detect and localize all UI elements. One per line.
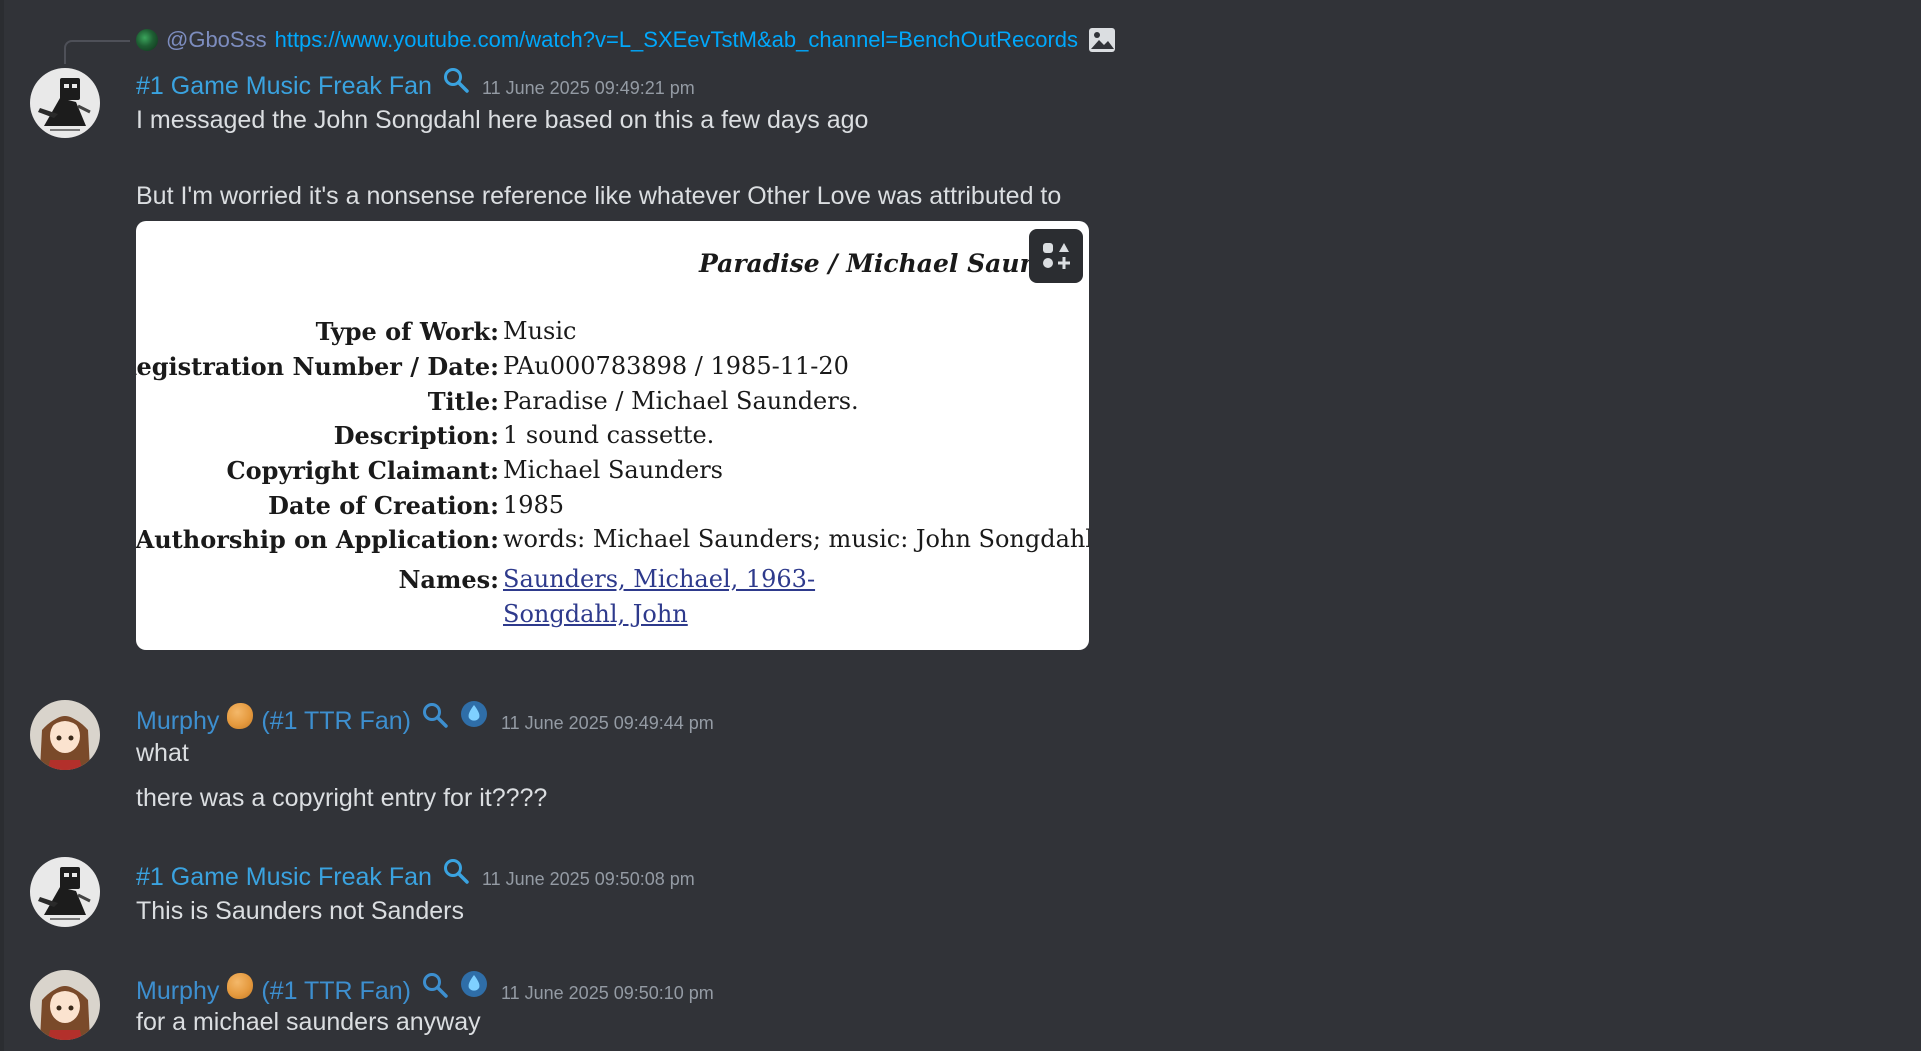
record-label: Type of Work:: [315, 317, 499, 346]
record-value: 1 sound cassette.: [503, 421, 715, 449]
search-icon[interactable]: [421, 971, 449, 999]
record-row: Type of Work: Music: [136, 317, 1089, 351]
username[interactable]: #1 Game Music Freak Fan: [136, 863, 432, 892]
username[interactable]: Murphy: [136, 707, 219, 736]
record-row: Names: Saunders, Michael, 1963-: [136, 565, 1089, 599]
record-value: Music: [503, 317, 577, 345]
droplet-badge-icon[interactable]: [459, 699, 489, 729]
record-label: Authorship on Application:: [136, 525, 499, 554]
window-edge: [0, 0, 4, 1051]
message-text: But I'm worried it's a nonsense referenc…: [136, 182, 1062, 210]
image-icon: [1088, 26, 1116, 54]
droplet-badge-icon[interactable]: [459, 969, 489, 999]
reply-mention[interactable]: @GboSss: [166, 27, 267, 53]
timestamp[interactable]: 11 June 2025 09:50:08 pm: [482, 869, 695, 890]
message-text: This is Saunders not Sanders: [136, 897, 464, 925]
potato-emoji-icon: [227, 973, 254, 999]
username[interactable]: Murphy: [136, 977, 219, 1006]
record-value: PAu000783898 / 1985-11-20: [503, 352, 849, 380]
record-name-link[interactable]: Songdahl, John: [503, 600, 688, 628]
timestamp[interactable]: 11 June 2025 09:49:21 pm: [482, 78, 695, 99]
avatar[interactable]: [30, 700, 100, 770]
record-label: Registration Number / Date:: [136, 352, 499, 381]
avatar[interactable]: [30, 857, 100, 927]
avatar[interactable]: [30, 68, 100, 138]
record-label: Description:: [333, 421, 499, 450]
message-text: for a michael saunders anyway: [136, 1008, 481, 1036]
reply-avatar[interactable]: [136, 29, 158, 51]
record-row: Copyright Claimant: Michael Saunders: [136, 456, 1089, 490]
search-icon[interactable]: [442, 66, 470, 94]
username[interactable]: #1 Game Music Freak Fan: [136, 72, 432, 101]
message-text: what: [136, 739, 189, 767]
search-icon[interactable]: [421, 701, 449, 729]
username-suffix[interactable]: (#1 TTR Fan): [261, 977, 411, 1006]
record-name-link[interactable]: Saunders, Michael, 1963-: [503, 565, 815, 593]
search-icon[interactable]: [442, 857, 470, 885]
timestamp[interactable]: 11 June 2025 09:49:44 pm: [501, 713, 714, 734]
record-value: Paradise / Michael Saunders.: [503, 387, 859, 415]
record-label: Copyright Claimant:: [226, 456, 500, 485]
record-value: 1985: [503, 491, 565, 519]
image-attachment[interactable]: Paradise / Michael Saunde Type of Work: …: [136, 221, 1089, 650]
record-row: Songdahl, John: [136, 600, 1089, 634]
reply-link[interactable]: https://www.youtube.com/watch?v=L_SXEevT…: [275, 27, 1078, 53]
record-value: words: Michael Saunders; music: John Son…: [503, 525, 1089, 553]
reply-preview[interactable]: @GboSss https://www.youtube.com/watch?v=…: [136, 24, 1116, 56]
record-row: Authorship on Application: words: Michae…: [136, 525, 1089, 559]
record-label: Title:: [427, 387, 499, 416]
record-row: Title: Paradise / Michael Saunders.: [136, 387, 1089, 421]
record-title: Paradise / Michael Saunde: [699, 249, 1072, 278]
message-header: Murphy (#1 TTR Fan) 11 June 2025 09:49:4…: [136, 699, 714, 736]
username-suffix[interactable]: (#1 TTR Fan): [261, 707, 411, 736]
record-value: Michael Saunders: [503, 456, 723, 484]
reply-connector: [64, 40, 130, 64]
apps-icon: [1043, 243, 1070, 269]
message-header: Murphy (#1 TTR Fan) 11 June 2025 09:50:1…: [136, 969, 714, 1006]
message-text: there was a copyright entry for it????: [136, 784, 548, 812]
record-row: Description: 1 sound cassette.: [136, 421, 1089, 455]
image-actions-button[interactable]: [1029, 229, 1083, 283]
timestamp[interactable]: 11 June 2025 09:50:10 pm: [501, 983, 714, 1004]
record-row: Date of Creation: 1985: [136, 491, 1089, 525]
message-header: #1 Game Music Freak Fan 11 June 2025 09:…: [136, 66, 695, 101]
record-label: Date of Creation:: [268, 491, 499, 520]
record-label: Names:: [398, 565, 499, 594]
potato-emoji-icon: [227, 703, 254, 729]
message-header: #1 Game Music Freak Fan 11 June 2025 09:…: [136, 857, 695, 892]
avatar[interactable]: [30, 970, 100, 1040]
message-text: I messaged the John Songdahl here based …: [136, 106, 869, 134]
record-row: Registration Number / Date: PAu000783898…: [136, 352, 1089, 386]
